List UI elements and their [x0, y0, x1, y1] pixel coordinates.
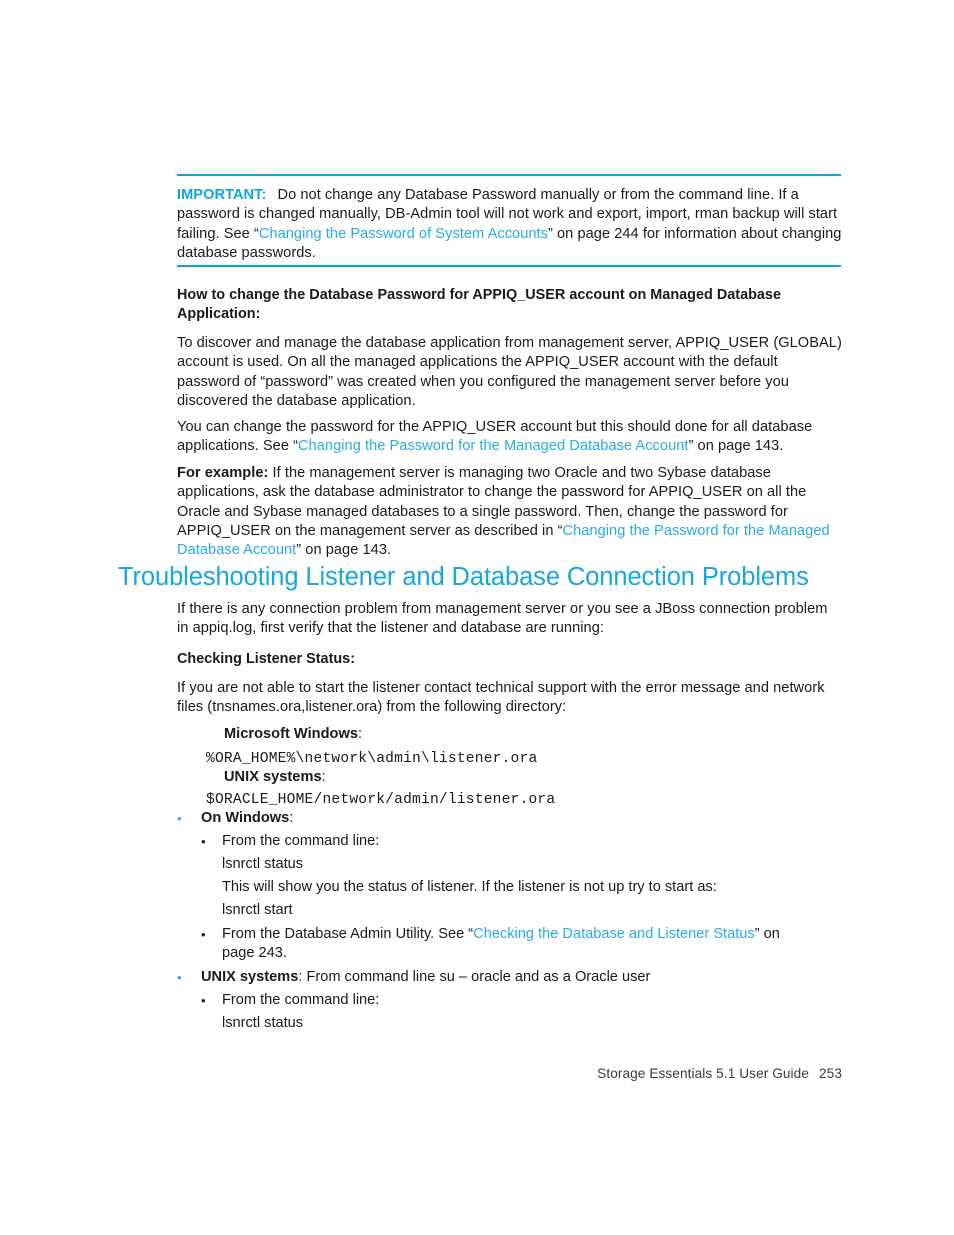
command-lsnrctl-status-2: lsnrctl status: [222, 1015, 304, 1031]
footer-page-number: 253: [819, 1066, 842, 1081]
checking-listener-status-subheading: Checking Listener Status:: [177, 651, 356, 667]
for-example-label: For example:: [177, 465, 269, 481]
appiq-para2-after: ” on page 143.: [688, 438, 784, 455]
appiq-example-paragraph: For example: If the management server is…: [177, 464, 842, 560]
note-top-rule: [177, 174, 841, 176]
unix-bullet-label: UNIX systems: [201, 969, 299, 985]
listener-status-note: This will show you the status of listene…: [222, 879, 717, 895]
example-text-after: ” on page 143.: [296, 542, 392, 559]
unix-listener-path: $ORACLE_HOME/network/admin/listener.ora: [206, 792, 556, 808]
chapter-intro-paragraph: If there is any connection problem from …: [177, 601, 828, 637]
list-item-database-admin-utility: • From the Database Admin Utility. See “…: [201, 925, 801, 964]
command-lsnrctl-status-1: lsnrctl status: [222, 856, 304, 872]
important-note: IMPORTANT: Do not change any Database Pa…: [177, 186, 842, 263]
checking-database-listener-status-link[interactable]: Checking the Database and Listener Statu…: [473, 926, 755, 942]
unix-systems-label-colon: :: [321, 769, 326, 785]
bullet-marker-icon: •: [201, 927, 206, 942]
page-title: Troubleshooting Listener and Database Co…: [118, 563, 809, 591]
command-line-label-2: From the command line:: [222, 992, 380, 1008]
unix-systems-label-text: UNIX systems: [224, 769, 322, 785]
list-item-command-line-unix: • From the command line:: [201, 991, 821, 1010]
on-windows-label: On Windows:: [201, 809, 837, 828]
bullet-marker-icon: •: [177, 970, 182, 985]
unix-systems-label: UNIX systems:: [224, 768, 326, 787]
note-cross-reference-link[interactable]: Changing the Password of System Accounts: [259, 226, 548, 242]
database-admin-utility-text: From the Database Admin Utility. See “Ch…: [222, 925, 801, 964]
microsoft-windows-label: Microsoft Windows:: [224, 725, 362, 744]
important-label: IMPORTANT:: [177, 187, 267, 203]
page-footer: Storage Essentials 5.1 User Guide 253: [0, 1066, 842, 1081]
managed-db-account-link-1[interactable]: Changing the Password for the Managed Da…: [298, 438, 689, 454]
windows-listener-path: %ORA_HOME%\network\admin\listener.ora: [206, 751, 538, 767]
microsoft-windows-label-text: Microsoft Windows: [224, 726, 358, 742]
bullet-marker-icon: •: [177, 811, 182, 826]
appiq-paragraph-2: You can change the password for the APPI…: [177, 418, 842, 457]
command-lsnrctl-start: lsnrctl start: [222, 902, 293, 918]
document-page: IMPORTANT: Do not change any Database Pa…: [0, 0, 954, 1235]
command-line-label-1: From the command line:: [222, 833, 380, 849]
listener-paragraph: If you are not able to start the listene…: [177, 680, 825, 716]
list-item-command-line-windows: • From the command line:: [201, 832, 821, 851]
bullet-marker-icon: •: [201, 993, 206, 1008]
on-windows-label-text: On Windows: [201, 810, 290, 826]
list-item-unix-systems: • UNIX systems: From command line su – o…: [177, 968, 837, 987]
unix-bullet-rest: : From command line su – oracle and as a…: [298, 969, 651, 985]
note-bottom-rule: [177, 265, 841, 267]
appiq-paragraph-1: To discover and manage the database appl…: [177, 335, 842, 409]
db-admin-before-link: From the Database Admin Utility. See “: [222, 926, 474, 942]
on-windows-label-colon: :: [289, 810, 294, 826]
appiq-subheading: How to change the Database Password for …: [177, 287, 781, 323]
microsoft-windows-label-colon: :: [357, 726, 363, 742]
list-item-on-windows: • On Windows:: [177, 809, 837, 828]
bullet-marker-icon: •: [201, 834, 206, 849]
footer-guide-title: Storage Essentials 5.1 User Guide: [597, 1066, 810, 1081]
unix-systems-bullet-text: UNIX systems: From command line su – ora…: [201, 968, 837, 987]
